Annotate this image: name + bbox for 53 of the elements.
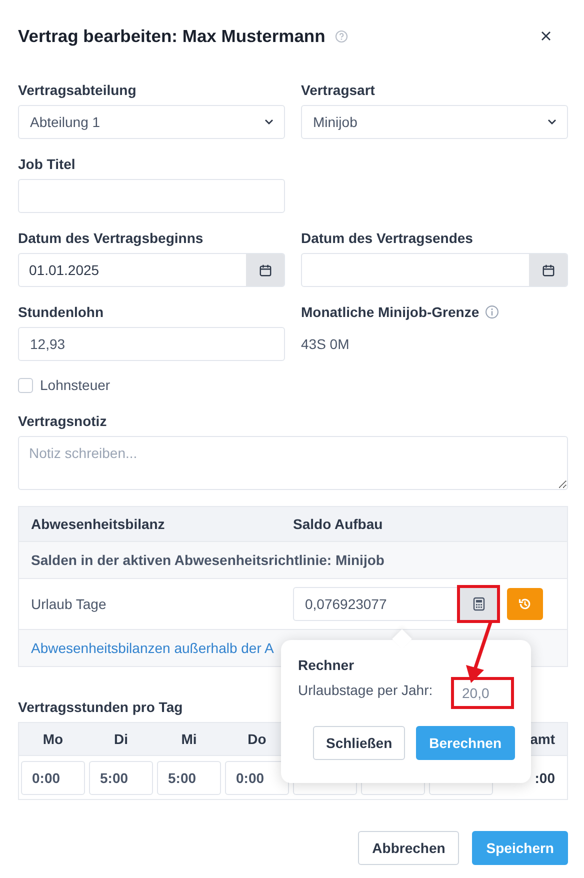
section-heading: Salden in der aktiven Abwesenheitsrichtlinie: Minijob: [31, 552, 384, 568]
checkbox[interactable]: [18, 378, 33, 392]
limit-value: 43S 0M: [301, 336, 350, 352]
note-field[interactable]: Notiz schreiben...: [18, 436, 568, 490]
input-field[interactable]: 12,93: [18, 327, 285, 361]
field-label: Datum des Vertragsbeginns: [18, 229, 204, 247]
day-header: Di: [114, 731, 128, 747]
cancel-button[interactable]: Abbrechen: [358, 831, 460, 865]
field-label: Vertragsnotiz: [18, 412, 107, 430]
info-icon[interactable]: [485, 305, 500, 319]
balances-link[interactable]: Abwesenheitsbilanzen außerhalb der A: [31, 640, 274, 656]
column-header: Saldo Aufbau: [293, 516, 383, 532]
balance-field[interactable]: 0,076923077: [293, 587, 498, 621]
calendar-icon: [542, 264, 554, 276]
input-field[interactable]: 20,0: [451, 677, 514, 709]
select-field[interactable]: Minijob: [301, 105, 568, 139]
total-hours: :00: [534, 770, 555, 786]
calendar-icon: [258, 264, 272, 276]
column-header: Abwesenheitsbilanz: [31, 516, 165, 532]
history-button[interactable]: [507, 588, 543, 620]
field-label: Vertragsabteilung: [18, 81, 136, 99]
dialog-title: Vertrag bearbeiten: Max Mustermann: [18, 26, 326, 46]
calendar-button[interactable]: [246, 254, 284, 286]
time-field[interactable]: 0:00: [21, 760, 85, 794]
date-field[interactable]: 01.01.2025: [18, 253, 285, 287]
history-icon: [518, 597, 532, 611]
calculator-button[interactable]: [460, 588, 497, 620]
chevron-icon: [264, 119, 274, 125]
time-field[interactable]: 5:00: [89, 760, 153, 794]
checkbox-label[interactable]: Lohnsteuer: [40, 377, 110, 393]
calculator-icon: [473, 597, 485, 611]
close-button[interactable]: Schließen: [313, 726, 406, 760]
help-icon[interactable]: [335, 30, 348, 42]
field-label: Monatliche Minijob-Grenze: [301, 303, 480, 321]
field-label: Urlaubstage per Jahr:: [298, 681, 433, 698]
day-header: amt: [530, 731, 555, 747]
time-field[interactable]: 5:00: [157, 760, 221, 794]
annotation-arrow: [466, 620, 493, 683]
date-field[interactable]: [301, 253, 568, 287]
field-label: Vertragsart: [301, 81, 375, 99]
day-header: Do: [248, 731, 266, 747]
day-header: Mo: [42, 731, 64, 747]
popover-title: Rechner: [298, 657, 356, 673]
field-label: Datum des Vertragsendes: [301, 229, 473, 247]
select-field[interactable]: Abteilung 1: [18, 105, 285, 139]
calendar-button[interactable]: [529, 254, 567, 286]
close-icon: [540, 30, 552, 42]
day-header: Mi: [181, 731, 197, 747]
field-label: Job Titel: [18, 155, 76, 173]
balance-name: Urlaub Tage: [31, 596, 106, 612]
field-label: Vertragsstunden pro Tag: [18, 698, 183, 716]
field-label: Stundenlohn: [18, 303, 104, 321]
chevron-icon: [547, 119, 557, 125]
